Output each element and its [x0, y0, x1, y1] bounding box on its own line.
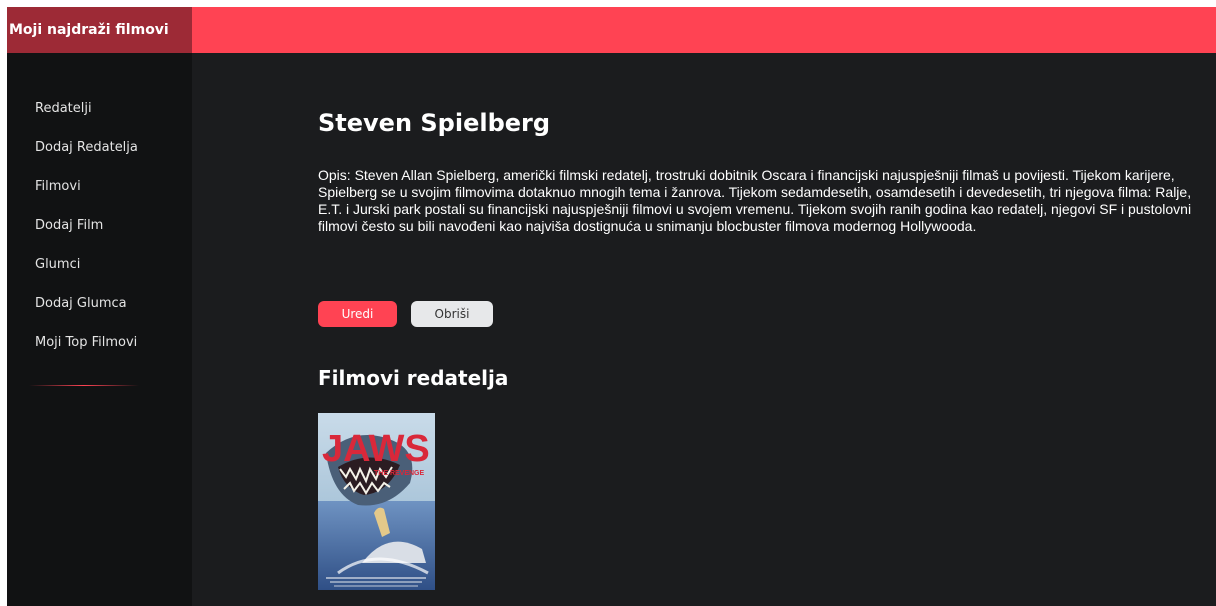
sidebar-item-moji-top-filmovi[interactable]: Moji Top Filmovi — [35, 334, 138, 373]
films-section-title: Filmovi redatelja — [318, 366, 509, 390]
sidebar-item-redatelji[interactable]: Redatelji — [35, 100, 138, 139]
sidebar-item-dodaj-redatelja[interactable]: Dodaj Redatelja — [35, 139, 138, 178]
sidebar-divider — [29, 385, 139, 386]
sidebar-item-dodaj-film[interactable]: Dodaj Film — [35, 217, 138, 256]
top-bar — [192, 7, 1216, 53]
poster-title-text: JAWS — [322, 428, 430, 470]
page-title: Steven Spielberg — [318, 109, 551, 137]
film-poster[interactable]: JAWS THE REVENGE — [318, 413, 435, 590]
film-poster-image: JAWS THE REVENGE — [318, 413, 435, 590]
director-description: Opis: Steven Allan Spielberg, američki f… — [318, 167, 1192, 234]
edit-button[interactable]: Uredi — [318, 301, 397, 327]
delete-button[interactable]: Obriši — [411, 301, 493, 327]
sidebar-nav: Redatelji Dodaj Redatelja Filmovi Dodaj … — [35, 100, 138, 373]
sidebar-item-glumci[interactable]: Glumci — [35, 256, 138, 295]
sidebar: Redatelji Dodaj Redatelja Filmovi Dodaj … — [7, 53, 192, 606]
sidebar-item-filmovi[interactable]: Filmovi — [35, 178, 138, 217]
sidebar-item-dodaj-glumca[interactable]: Dodaj Glumca — [35, 295, 138, 334]
app-frame: Moji najdraži filmovi Redatelji Dodaj Re… — [7, 7, 1216, 606]
app-brand[interactable]: Moji najdraži filmovi — [7, 7, 192, 53]
poster-subtitle-text: THE REVENGE — [374, 470, 425, 477]
